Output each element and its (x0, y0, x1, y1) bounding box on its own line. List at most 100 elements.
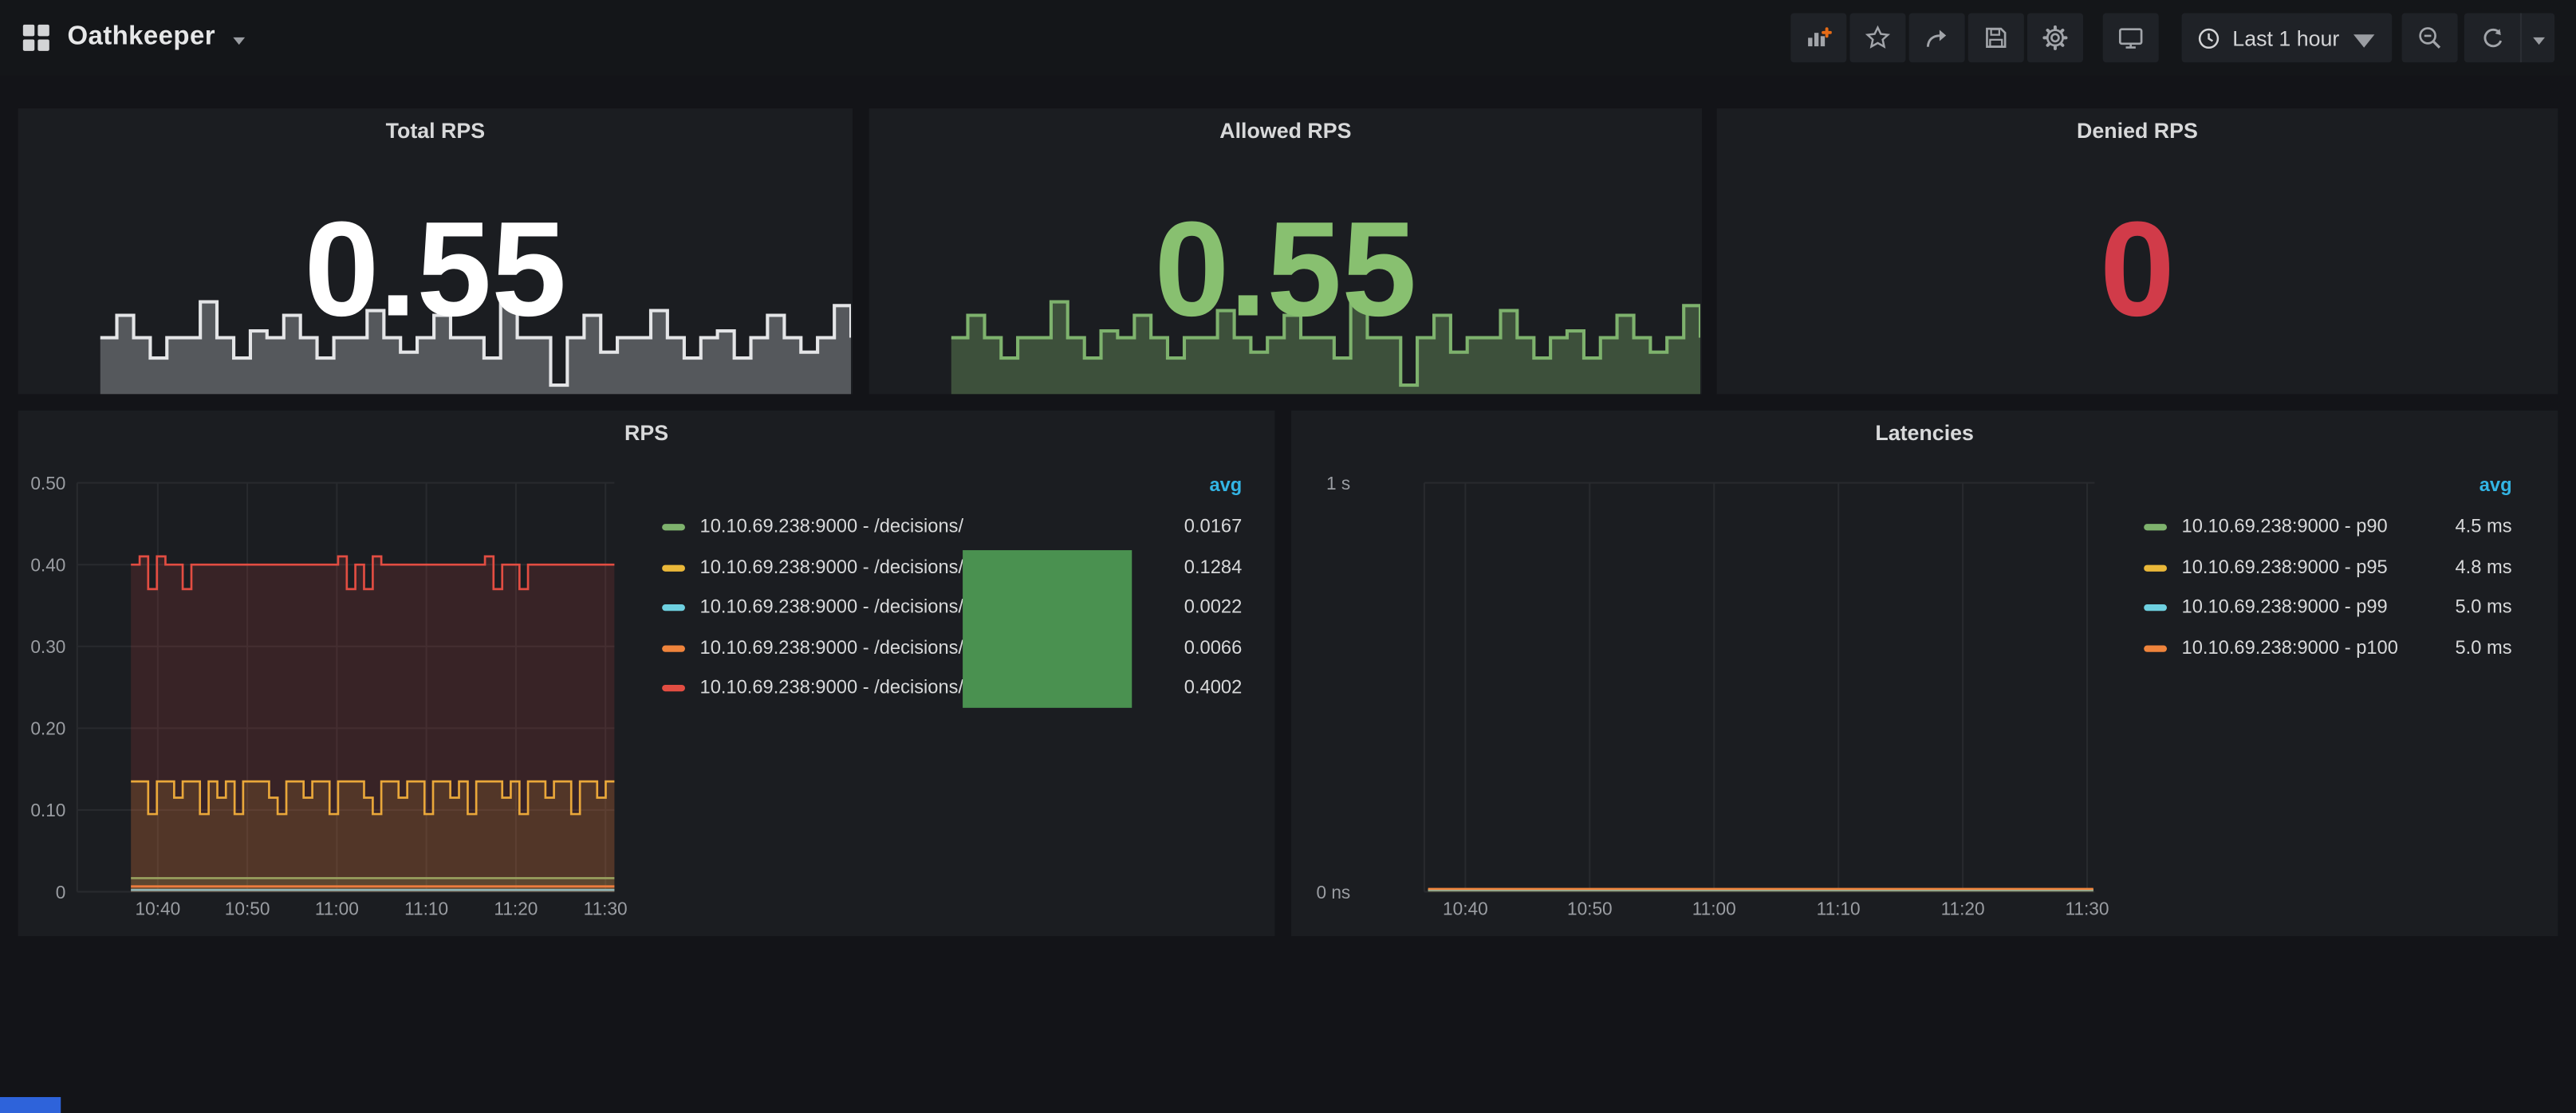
dashboard-settings-button[interactable] (2027, 13, 2083, 62)
x-axis-tick-label: 11:10 (1817, 898, 1861, 918)
series-name: 10.10.69.238:9000 - p95 (2182, 558, 2424, 578)
chevron-down-icon (2351, 27, 2377, 53)
x-axis-tick-label: 10:50 (225, 898, 270, 918)
x-axis-tick-label: 10:50 (1567, 898, 1613, 918)
panel-title[interactable]: Denied RPS (1717, 118, 2558, 143)
star-icon (1865, 25, 1891, 51)
add-panel-icon (1806, 25, 1832, 51)
save-icon (1983, 25, 2009, 51)
x-axis-tick-label: 11:30 (584, 898, 628, 918)
x-axis-tick-label: 11:10 (404, 898, 448, 918)
y-axis-tick-label: 0.30 (30, 636, 65, 657)
series-avg-value: 5.0 ms (2436, 639, 2512, 659)
x-axis-tick-label: 11:00 (1692, 898, 1736, 918)
legend-item[interactable]: 10.10.69.238:9000 - /decisions/0.1284 (662, 548, 1242, 588)
y-axis-tick-label: 1 s (1326, 473, 1350, 494)
dashboard-title: Oathkeeper (67, 23, 215, 53)
series-color-dash (662, 525, 685, 531)
legend-item[interactable]: 10.10.69.238:9000 - p100 5.0 ms (2144, 628, 2511, 668)
series-color-dash (2144, 525, 2167, 531)
y-axis-tick-label: 0.40 (30, 554, 65, 575)
series-color-dash (2144, 564, 2167, 571)
x-axis-tick-label: 11:00 (315, 898, 359, 918)
grafana-dashboard: Oathkeeper (0, 0, 2576, 1113)
legend-item[interactable]: 10.10.69.238:9000 - /decisions/0.0167 (662, 508, 1242, 548)
legend-item[interactable]: 10.10.69.238:9000 - /decisions/0.0066 (662, 628, 1242, 668)
y-axis-tick-label: 0.10 (30, 800, 65, 820)
panel-title[interactable]: Latencies (1291, 420, 2558, 445)
add-panel-button[interactable] (1790, 13, 1846, 62)
series-name: 10.10.69.238:9000 - p90 (2182, 517, 2424, 537)
stat-value: 0.55 (869, 203, 1702, 338)
series-color-dash (662, 605, 685, 612)
series-name: 10.10.69.238:9000 - /decisions/ (700, 517, 1154, 537)
y-axis-tick-label: 0 ns (1316, 882, 1350, 903)
refresh-icon (2479, 26, 2504, 50)
share-icon (1924, 25, 1950, 51)
refresh-interval-dropdown[interactable] (2520, 13, 2554, 62)
x-axis-tick-label: 11:20 (494, 898, 538, 918)
zoom-out-icon (2416, 25, 2443, 51)
gear-icon (2042, 25, 2068, 51)
x-axis-tick-label: 10:40 (136, 898, 181, 918)
legend-avg-header: avg (1209, 476, 1242, 496)
apps-grid-icon (22, 23, 51, 53)
series-color-dash (662, 685, 685, 691)
series-avg-value: 0.4002 (1167, 678, 1243, 698)
panel-title[interactable]: Allowed RPS (869, 118, 1702, 143)
legend-avg-header: avg (2479, 476, 2512, 496)
series-avg-value: 0.0167 (1167, 517, 1243, 537)
series-color-dash (2144, 645, 2167, 651)
legend-item[interactable]: 10.10.69.238:9000 - p99 5.0 ms (2144, 588, 2511, 627)
legend-item[interactable]: 10.10.69.238:9000 - p95 4.8 ms (2144, 548, 2511, 588)
share-dashboard-button[interactable] (1909, 13, 1965, 62)
star-dashboard-button[interactable] (1849, 13, 1905, 62)
series-avg-value: 4.5 ms (2436, 517, 2512, 537)
zoom-out-time-button[interactable] (2402, 13, 2458, 62)
chevron-down-icon (232, 35, 247, 45)
dashboard-title-dropdown[interactable]: Oathkeeper (22, 23, 246, 53)
rps-legend: avg 10.10.69.238:9000 - /decisions/0.016… (662, 476, 1242, 708)
series-name: 10.10.69.238:9000 - p100 (2182, 639, 2424, 659)
panel-allowed-rps: Allowed RPS 0.55 (869, 108, 1702, 394)
stat-value: 0 (1717, 203, 2558, 338)
refresh-button[interactable] (2464, 13, 2520, 62)
series-fill (131, 556, 614, 892)
chevron-down-icon (2531, 35, 2546, 45)
series-name: 10.10.69.238:9000 - p99 (2182, 598, 2424, 618)
refresh-controls (2464, 13, 2554, 62)
panel-rps-graph: RPS 10:40 10:50 11:00 11:10 11:20 11:30 0 0.10 0… (18, 411, 1275, 936)
y-axis-tick-label: 0.20 (30, 718, 65, 739)
monitor-icon (2117, 25, 2144, 51)
x-axis-tick-label: 10:40 (1443, 898, 1488, 918)
panel-denied-rps: Denied RPS 0 (1717, 108, 2558, 394)
stat-value: 0.55 (18, 203, 853, 338)
series-avg-value: 4.8 ms (2436, 558, 2512, 578)
panel-title[interactable]: Total RPS (18, 118, 853, 143)
time-range-label: Last 1 hour (2232, 26, 2339, 50)
cycle-view-mode-button[interactable] (2103, 13, 2159, 62)
series-avg-value: 0.0022 (1167, 598, 1243, 618)
series-avg-value: 5.0 ms (2436, 598, 2512, 618)
series-color-dash (2144, 605, 2167, 612)
y-axis-tick-label: 0 (56, 882, 66, 903)
latencies-legend: avg 10.10.69.238:9000 - p904.5 ms10.10.6… (2144, 476, 2511, 668)
panel-title[interactable]: RPS (18, 420, 1275, 445)
legend-item[interactable]: 10.10.69.238:9000 - /decisions/0.0022 (662, 588, 1242, 627)
time-range-picker[interactable]: Last 1 hour (2181, 13, 2392, 62)
series-avg-value: 0.0066 (1167, 639, 1243, 659)
panel-latencies-graph: Latencies 10:4010:5011:0011:1011:2011:30… (1291, 411, 2558, 936)
bottom-left-artifact (0, 1097, 61, 1113)
series-color-dash (662, 564, 685, 571)
legend-item[interactable]: 10.10.69.238:9000 - p90 4.5 ms (2144, 508, 2511, 548)
clock-icon (2196, 26, 2221, 50)
legend-item[interactable]: 10.10.69.238:9000 - /decisions/0.4002 (662, 668, 1242, 708)
x-axis-tick-label: 11:20 (1941, 898, 1985, 918)
green-overlay (963, 550, 1132, 708)
panel-total-rps: Total RPS 0.55 (18, 108, 853, 394)
series-avg-value: 0.1284 (1167, 558, 1243, 578)
save-dashboard-button[interactable] (1968, 13, 2024, 62)
navbar: Oathkeeper (0, 0, 2576, 76)
y-axis-tick-label: 0.50 (30, 473, 65, 494)
navbar-actions: Last 1 hour (1790, 13, 2554, 62)
